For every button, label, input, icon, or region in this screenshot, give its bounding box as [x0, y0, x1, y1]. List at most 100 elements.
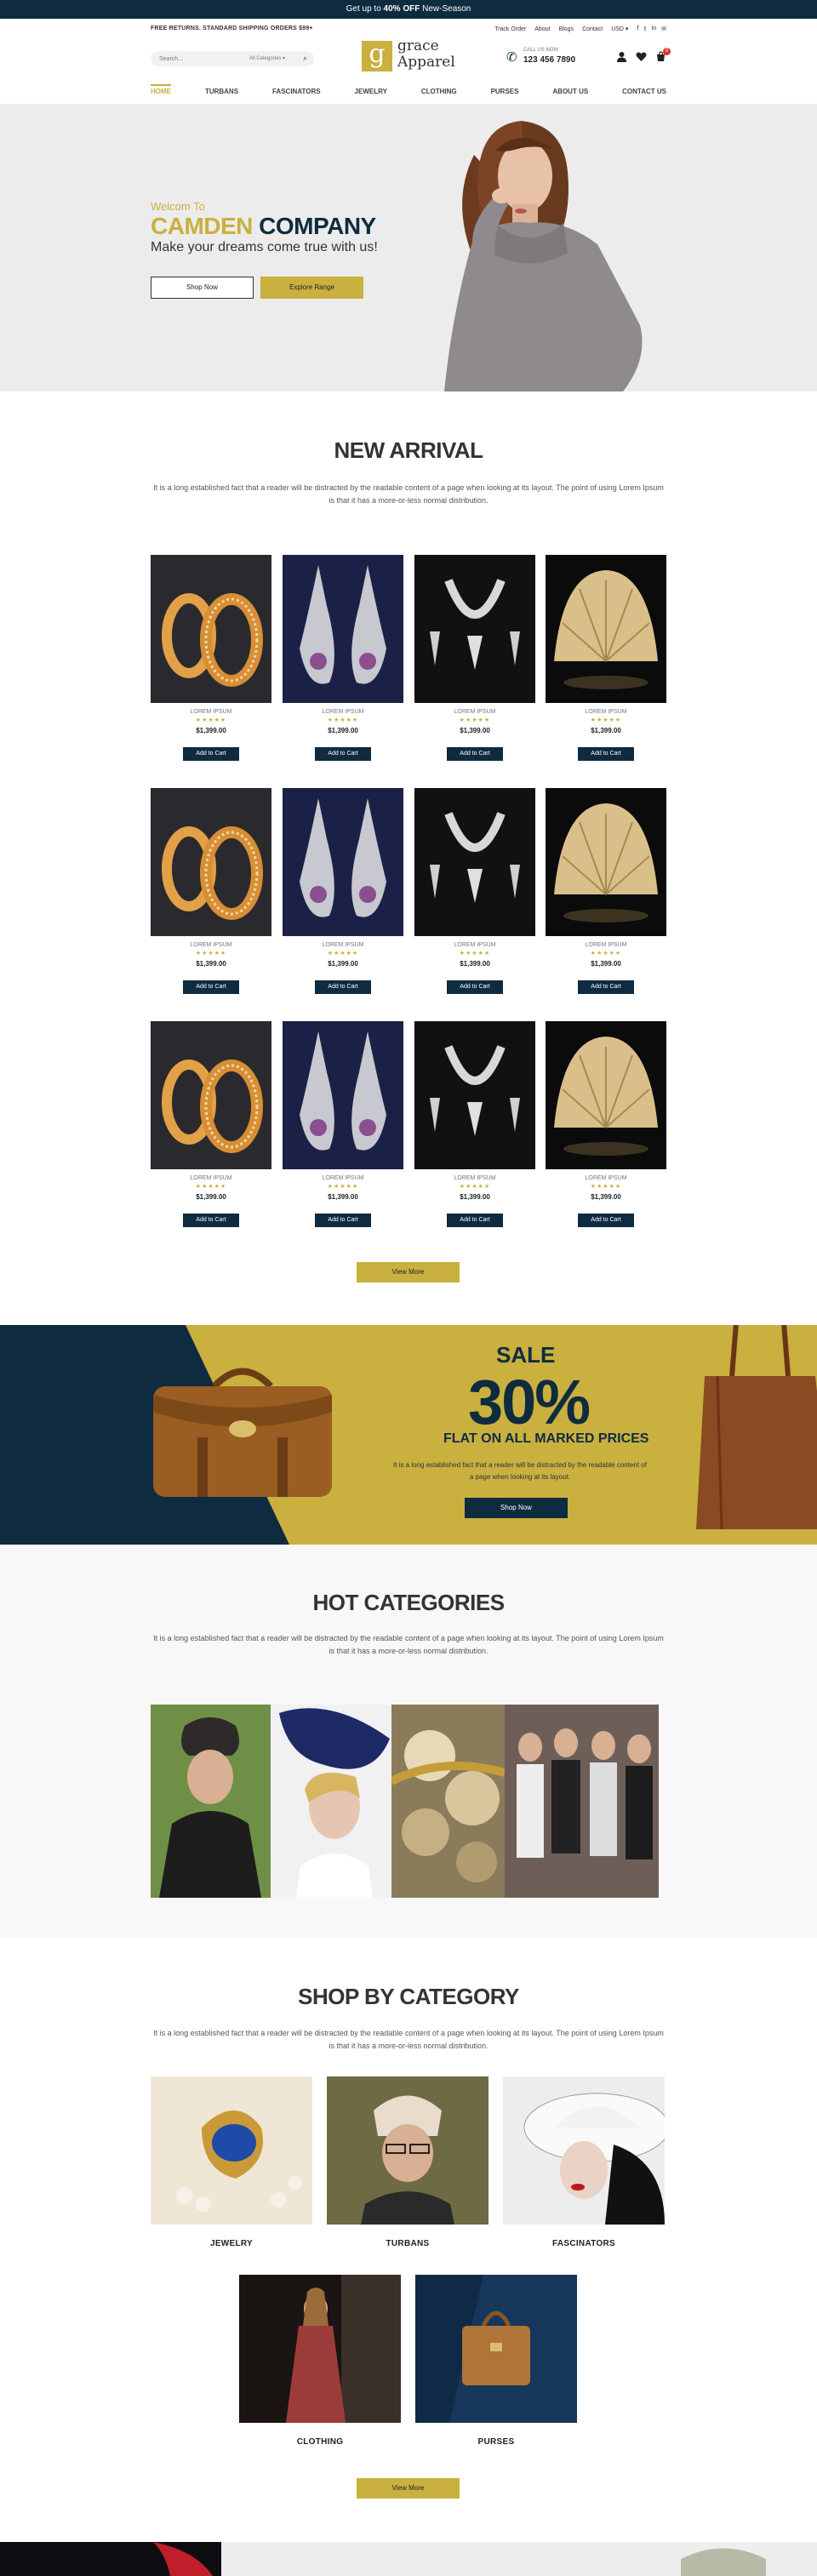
- product-price: $1,399.00: [460, 1193, 490, 1201]
- track-order-link[interactable]: Track Order: [494, 26, 526, 32]
- sale-brown-tote-image: [696, 1325, 817, 1530]
- sale-shop-now-button[interactable]: Shop Now: [465, 1498, 568, 1518]
- facebook-icon[interactable]: f: [637, 26, 638, 32]
- about-link[interactable]: About: [534, 26, 550, 32]
- new-arrival-view-more-button[interactable]: View More: [357, 1262, 460, 1282]
- contact-link[interactable]: Contact: [582, 26, 603, 32]
- nav-turbans[interactable]: TURBANS: [205, 84, 238, 101]
- product-image-necklace-set[interactable]: [414, 555, 535, 703]
- product-image-necklace-set[interactable]: [414, 1021, 535, 1169]
- product-image-peacock-clutch[interactable]: [546, 555, 666, 703]
- nav-purses[interactable]: PURSES: [491, 84, 519, 101]
- product-image-peacock-clutch[interactable]: [546, 788, 666, 936]
- hero-shop-now-button[interactable]: Shop Now: [151, 277, 254, 299]
- hero-company-highlight: CAMDEN: [151, 213, 253, 239]
- product-image-earrings-gold[interactable]: [151, 788, 271, 936]
- heart-icon[interactable]: [636, 51, 647, 65]
- blogs-link[interactable]: Blogs: [559, 26, 574, 32]
- sale-flat-text: FLAT ON ALL MARKED PRICES: [443, 1431, 649, 1446]
- user-icon[interactable]: [616, 51, 627, 65]
- product-image-earrings-drop[interactable]: [283, 1021, 403, 1169]
- add-to-cart-button[interactable]: Add to Cart: [315, 980, 371, 994]
- hot-category-fascinators-image[interactable]: [271, 1705, 391, 1898]
- hero-explore-range-button[interactable]: Explore Range: [260, 277, 363, 299]
- product-price: $1,399.00: [591, 727, 621, 734]
- product-card: LOREM IPSUM ★★★★★ $1,399.00 Add to Cart: [414, 1021, 535, 1251]
- category-clothing-image: [239, 2275, 401, 2423]
- add-to-cart-button[interactable]: Add to Cart: [578, 980, 634, 994]
- add-to-cart-button[interactable]: Add to Cart: [315, 747, 371, 761]
- product-card: LOREM IPSUM ★★★★★ $1,399.00 Add to Cart: [283, 555, 403, 785]
- sale-banner: SALE 30% FLAT ON ALL MARKED PRICES It is…: [0, 1325, 817, 1545]
- product-rating: ★★★★★: [590, 717, 622, 723]
- product-image-peacock-clutch[interactable]: [546, 1021, 666, 1169]
- promo-prefix: Get up to: [346, 4, 384, 14]
- phone-label: CALL US NOW: [523, 48, 559, 53]
- hot-category-jewelry-image[interactable]: [391, 1705, 505, 1898]
- category-label: JEWELRY: [209, 2239, 254, 2248]
- shop-by-category-desc: It is a long established fact that a rea…: [153, 2029, 664, 2050]
- add-to-cart-button[interactable]: Add to Cart: [447, 980, 503, 994]
- hot-categories-title: HOT CATEGORIES: [312, 1590, 505, 1615]
- add-to-cart-button[interactable]: Add to Cart: [578, 1214, 634, 1227]
- product-price: $1,399.00: [460, 960, 490, 968]
- add-to-cart-button[interactable]: Add to Cart: [183, 1214, 239, 1227]
- category-purses-image: [415, 2275, 577, 2423]
- nav-jewelry[interactable]: JEWELRY: [355, 84, 387, 101]
- twitter-icon[interactable]: 𝕥: [643, 26, 646, 32]
- hot-categories-desc: It is a long established fact that a rea…: [153, 1634, 664, 1655]
- add-to-cart-button[interactable]: Add to Cart: [578, 747, 634, 761]
- shipping-notice: FREE RETURNS. STANDARD SHIPPING ORDERS $…: [151, 26, 313, 31]
- add-to-cart-button[interactable]: Add to Cart: [315, 1214, 371, 1227]
- search-input[interactable]: Search...: [159, 56, 183, 62]
- nav-contact-us[interactable]: CONTACT US: [622, 84, 666, 101]
- hot-category-clothing-image[interactable]: [505, 1705, 659, 1898]
- phone-number[interactable]: 123 456 7890: [523, 55, 575, 65]
- category-card-turbans[interactable]: TURBANS: [327, 2076, 488, 2248]
- add-to-cart-button[interactable]: Add to Cart: [183, 747, 239, 761]
- search-icon[interactable]: ⌕: [303, 54, 307, 63]
- product-image-earrings-gold[interactable]: [151, 1021, 271, 1169]
- category-card-fascinators[interactable]: FASCINATORS: [503, 2076, 670, 2248]
- hot-category-turbans-image[interactable]: [151, 1705, 271, 1898]
- product-image-earrings-drop[interactable]: [283, 788, 403, 936]
- site-header: Search... All Categories ▾ ⌕ g grace App…: [151, 37, 671, 78]
- new-arrival-title: NEW ARRIVAL: [334, 437, 483, 463]
- category-card-purses[interactable]: PURSES: [415, 2275, 577, 2447]
- category-card-clothing[interactable]: CLOTHING: [239, 2275, 401, 2447]
- search-bar[interactable]: Search... All Categories ▾ ⌕: [151, 51, 314, 66]
- nav-home[interactable]: HOME: [151, 84, 171, 101]
- email-icon[interactable]: ✉: [661, 26, 666, 32]
- category-card-jewelry[interactable]: JEWELRY: [151, 2076, 312, 2248]
- product-rating: ★★★★★: [195, 1184, 227, 1190]
- footer-banner-peek: [0, 2542, 817, 2576]
- add-to-cart-button[interactable]: Add to Cart: [447, 1214, 503, 1227]
- shop-by-category-view-more-button[interactable]: View More: [357, 2478, 460, 2499]
- linkedin-icon[interactable]: in: [652, 26, 656, 32]
- product-name: LOREM IPSUM: [585, 709, 627, 715]
- cart-icon[interactable]: 0: [655, 48, 671, 65]
- product-price: $1,399.00: [196, 960, 226, 968]
- product-image-earrings-drop[interactable]: [283, 555, 403, 703]
- add-to-cart-button[interactable]: Add to Cart: [447, 747, 503, 761]
- promo-highlight: 40% OFF: [383, 4, 420, 14]
- add-to-cart-button[interactable]: Add to Cart: [183, 980, 239, 994]
- currency-select[interactable]: USD ▾: [611, 26, 628, 32]
- cart-count-badge: 0: [663, 48, 671, 55]
- logo-name: grace: [397, 37, 439, 54]
- nav-about-us[interactable]: ABOUT US: [552, 84, 588, 101]
- hero-company-rest: COMPANY: [252, 213, 376, 239]
- product-image-necklace-set[interactable]: [414, 788, 535, 936]
- nav-fascinators[interactable]: FASCINATORS: [272, 84, 321, 101]
- product-card: LOREM IPSUM ★★★★★ $1,399.00 Add to Cart: [151, 555, 271, 785]
- product-image-earrings-gold[interactable]: [151, 555, 271, 703]
- product-rating: ★★★★★: [459, 1184, 491, 1190]
- site-logo[interactable]: g grace Apparel: [362, 39, 464, 73]
- product-name: LOREM IPSUM: [454, 1175, 496, 1181]
- category-label: TURBANS: [386, 2239, 430, 2248]
- hero-tagline: Make your dreams come true with us!: [151, 240, 378, 254]
- product-name: LOREM IPSUM: [585, 1175, 627, 1181]
- category-fascinators-image: [503, 2076, 670, 2225]
- product-card: LOREM IPSUM ★★★★★ $1,399.00 Add to Cart: [151, 788, 271, 1018]
- nav-clothing[interactable]: CLOTHING: [421, 84, 457, 101]
